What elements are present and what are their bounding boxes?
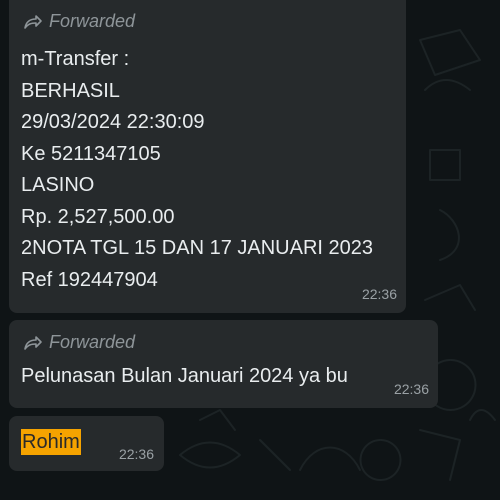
message-line: Rp. 2,527,500.00 (21, 205, 175, 228)
message-line: 29/03/2024 22:30:09 (21, 111, 205, 133)
forwarded-text: Forwarded (49, 332, 136, 352)
forwarded-label: Forwarded (23, 11, 135, 32)
message-line: BERHASIL (21, 79, 120, 102)
highlighted-text: Rohim (21, 429, 81, 455)
forwarded-text: Forwarded (49, 11, 136, 31)
message-timestamp: 22:36 (361, 286, 397, 302)
message-bubble-transfer[interactable]: Forwarded m-Transfer : BERHASIL 29/03/20… (9, 0, 406, 313)
message-line: Ref 192447904 (21, 268, 158, 291)
forward-arrow-icon (24, 14, 42, 29)
message-bubble-rohim[interactable]: Rohim 22:36 (9, 416, 164, 471)
forward-arrow-icon (24, 335, 42, 350)
message-timestamp: 22:36 (118, 446, 154, 462)
message-line: LASINO (21, 174, 95, 196)
message-line: 2NOTA TGL 15 DAN 17 JANUARI 2023 (21, 237, 374, 259)
message-text: m-Transfer : BERHASIL 29/03/2024 22:30:0… (21, 44, 373, 296)
message-bubble-pelunasan[interactable]: Forwarded Pelunasan Bulan Januari 2024 y… (9, 320, 438, 408)
message-line: m-Transfer : (21, 48, 130, 70)
message-timestamp: 22:36 (393, 381, 429, 397)
chat-area: Forwarded m-Transfer : BERHASIL 29/03/20… (0, 0, 500, 500)
forwarded-label: Forwarded (23, 332, 135, 353)
message-text: Pelunasan Bulan Januari 2024 ya bu (21, 365, 348, 387)
message-line: Ke 5211347105 (21, 142, 161, 165)
